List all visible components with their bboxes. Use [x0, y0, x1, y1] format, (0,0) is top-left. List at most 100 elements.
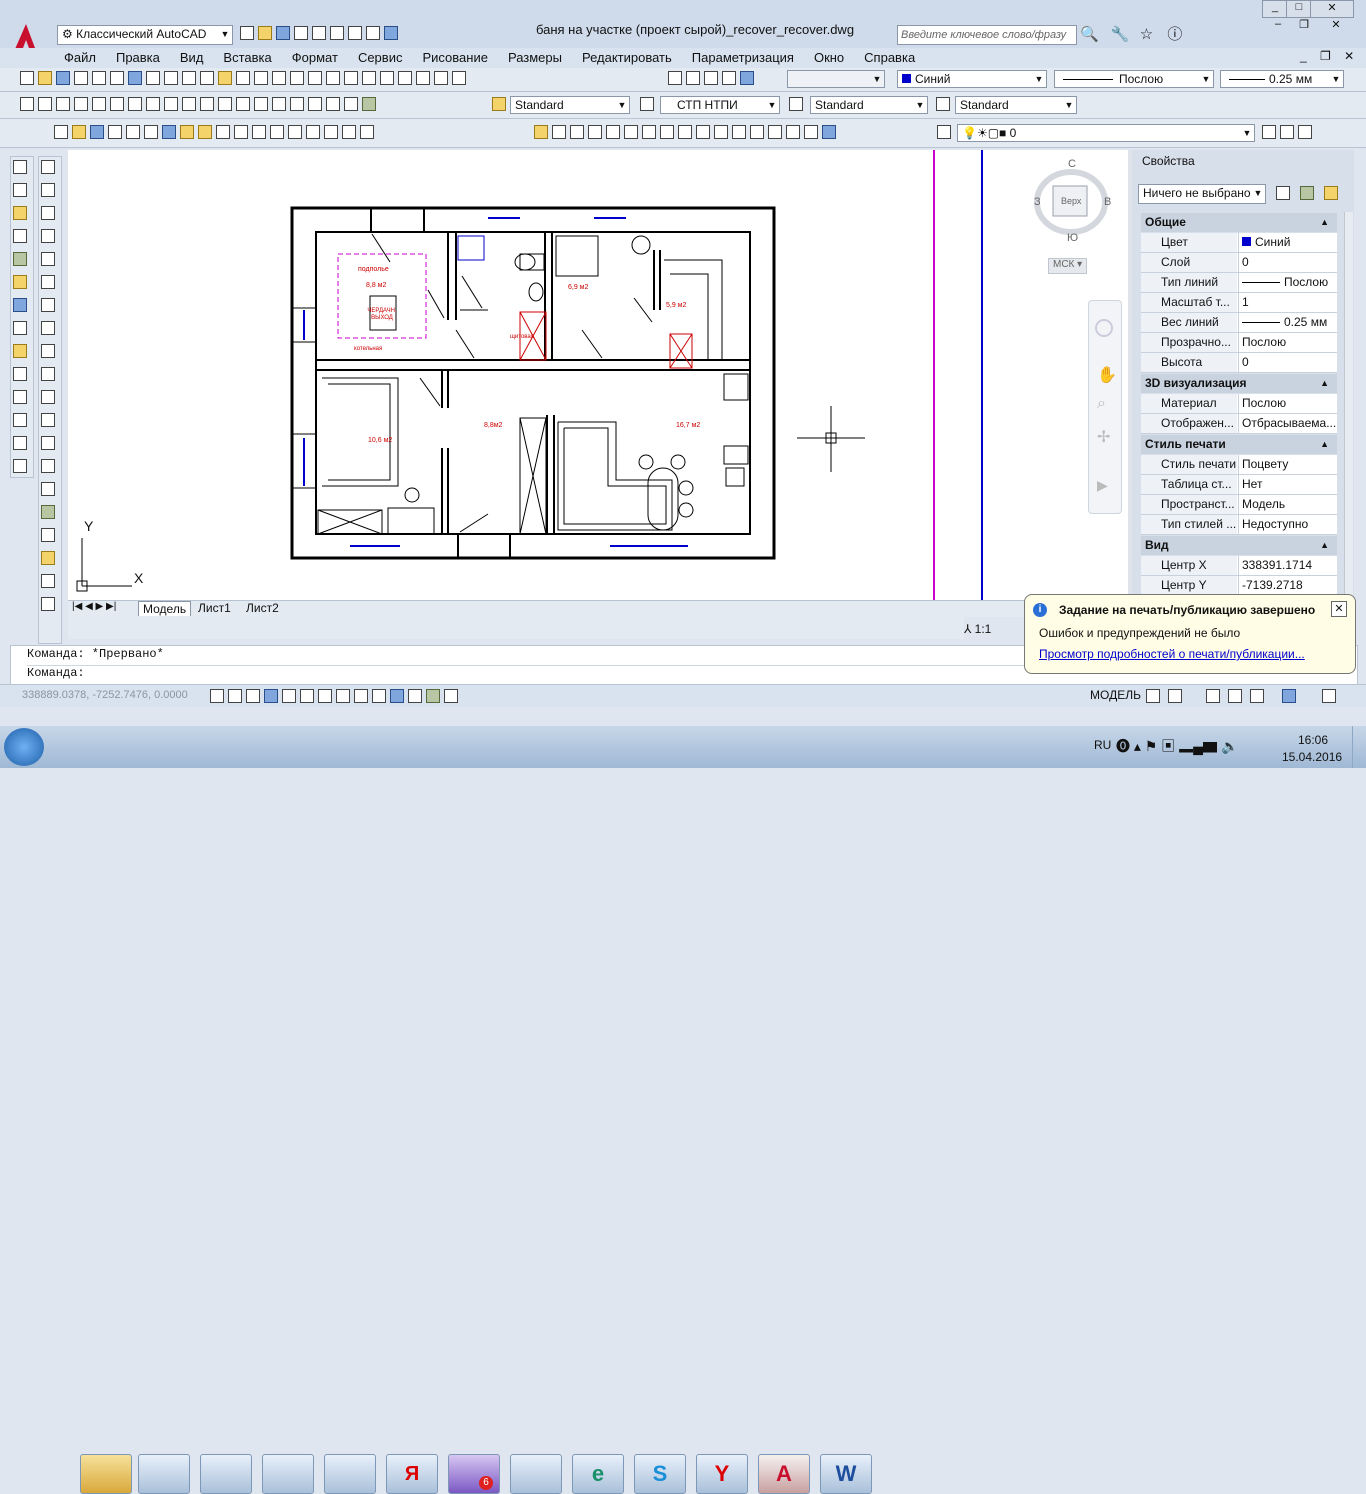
3d-osnap-icon[interactable] — [318, 689, 332, 703]
word-taskbar-icon[interactable]: W — [820, 1454, 872, 1494]
scale-icon[interactable] — [660, 125, 674, 139]
dim-linear-icon[interactable] — [13, 367, 27, 381]
infer-constraints-icon[interactable] — [210, 689, 224, 703]
offset-icon[interactable] — [588, 125, 602, 139]
menu-item-4[interactable]: Формат — [292, 48, 338, 68]
property-value[interactable]: Отбрасываема... — [1238, 414, 1337, 433]
text-style-select[interactable]: Standard ▼ — [510, 96, 630, 114]
gradient-icon[interactable] — [290, 97, 304, 111]
property-value[interactable]: Послою — [1238, 394, 1337, 413]
ellipse-icon[interactable] — [182, 97, 196, 111]
orbit-icon[interactable]: ✢ — [1097, 427, 1110, 447]
chamfer-icon[interactable] — [786, 125, 800, 139]
doc-restore-icon[interactable]: ❐ — [1320, 49, 1331, 63]
new-icon[interactable] — [240, 26, 254, 40]
workspace-switch-icon[interactable] — [1206, 689, 1220, 703]
lineweight-select[interactable]: 0.25 мм ▼ — [1220, 70, 1344, 88]
calc-icon[interactable] — [342, 125, 356, 139]
doc-restore-button[interactable]: ❐ — [1292, 18, 1316, 32]
spline-icon[interactable] — [164, 97, 178, 111]
property-row[interactable]: Тип стилей ... Недоступно — [1141, 515, 1337, 535]
calculator-taskbar-icon[interactable] — [510, 1454, 562, 1494]
doc-close-icon[interactable]: ✕ — [1344, 49, 1354, 63]
tool-palettes-icon[interactable] — [380, 71, 394, 85]
table-icon[interactable] — [326, 97, 340, 111]
plot-status-icon[interactable] — [1282, 689, 1296, 703]
table-style-select[interactable]: Standard ▼ — [810, 96, 928, 114]
layer-properties-icon[interactable] — [937, 125, 951, 139]
block-editor-icon[interactable] — [198, 125, 212, 139]
viber-taskbar-icon[interactable]: 6 — [448, 1454, 500, 1494]
redo-icon[interactable] — [330, 26, 344, 40]
dim-break-icon[interactable] — [41, 436, 55, 450]
dim-continue-icon[interactable] — [41, 390, 55, 404]
quick-view-icon[interactable] — [1168, 689, 1182, 703]
menu-item-6[interactable]: Рисование — [422, 48, 487, 68]
new-icon[interactable] — [20, 71, 34, 85]
join-icon[interactable] — [768, 125, 782, 139]
dim-ordinate-icon[interactable] — [13, 436, 27, 450]
clean-screen-icon[interactable] — [1322, 689, 1336, 703]
tab-list1[interactable]: Лист1 — [194, 601, 235, 615]
start-button[interactable] — [4, 728, 44, 766]
notification-close-button[interactable]: ✕ — [1331, 601, 1347, 617]
color-select[interactable]: Синий ▼ — [897, 70, 1047, 88]
insert-block-icon[interactable] — [218, 97, 232, 111]
polyline-icon[interactable] — [56, 97, 70, 111]
menu-item-11[interactable]: Справка — [864, 48, 915, 68]
line-icon[interactable] — [20, 97, 34, 111]
3d-print-icon[interactable] — [128, 71, 142, 85]
open-icon[interactable] — [258, 26, 272, 40]
properties-section-header[interactable]: 3D визуализация ▲ — [1141, 374, 1337, 393]
selection-select[interactable]: Ничего не выбрано ▼ — [1138, 184, 1266, 204]
array-icon[interactable] — [606, 125, 620, 139]
key-icon[interactable]: 🔧 — [1111, 26, 1130, 43]
yandex-browser-taskbar-icon[interactable]: Y — [696, 1454, 748, 1494]
property-row[interactable]: Таблица ст... Нет — [1141, 475, 1337, 495]
property-value[interactable]: 1 — [1238, 293, 1337, 312]
skype-taskbar-icon[interactable]: S — [634, 1454, 686, 1494]
pan-hand-icon[interactable]: ✋ — [1097, 365, 1117, 385]
save-icon[interactable] — [276, 26, 290, 40]
match-prop-icon[interactable] — [180, 125, 194, 139]
property-row[interactable]: Стиль печати Поцвету — [1141, 455, 1337, 475]
dim-space-icon[interactable] — [41, 413, 55, 427]
xline-icon[interactable] — [38, 97, 52, 111]
viewcube-south[interactable]: Ю — [1067, 232, 1078, 244]
arc-icon[interactable] — [110, 97, 124, 111]
property-row[interactable]: Тип линий Послою — [1141, 273, 1337, 293]
extend-icon[interactable] — [714, 125, 728, 139]
dyn-icon[interactable] — [372, 689, 386, 703]
plot-icon[interactable] — [348, 26, 362, 40]
explorer-taskbar-icon[interactable] — [80, 1454, 132, 1494]
mail-taskbar-icon[interactable] — [200, 1454, 252, 1494]
snap-icon[interactable] — [228, 689, 242, 703]
dim-style-select[interactable]: СТП НТПИ ▼ — [660, 96, 780, 114]
mtext-icon[interactable] — [344, 97, 358, 111]
open-icon[interactable] — [72, 125, 86, 139]
jogged-linear-icon[interactable] — [41, 528, 55, 542]
star-icon[interactable]: ☆ — [1140, 26, 1153, 43]
property-value[interactable]: Недоступно — [1238, 515, 1337, 534]
mleader-style-select[interactable]: Standard ▼ — [955, 96, 1077, 114]
property-row[interactable]: Пространст... Модель — [1141, 495, 1337, 515]
clock-time[interactable]: 16:06 — [1298, 733, 1328, 747]
scale-text-icon[interactable] — [13, 298, 27, 312]
break-icon[interactable] — [750, 125, 764, 139]
dim-radius-icon[interactable] — [41, 252, 55, 266]
dim-angular-icon[interactable] — [41, 321, 55, 335]
property-value[interactable]: Нет — [1238, 475, 1337, 494]
dim-arc-icon[interactable] — [41, 206, 55, 220]
yandex-taskbar-icon[interactable]: Я — [386, 1454, 438, 1494]
osnap-icon[interactable] — [300, 689, 314, 703]
save-icon[interactable] — [56, 71, 70, 85]
revcloud-icon[interactable] — [146, 97, 160, 111]
print-icon[interactable] — [108, 125, 122, 139]
property-value[interactable]: 0.25 мм — [1238, 313, 1337, 332]
design-center-icon[interactable] — [270, 125, 284, 139]
cut-icon[interactable] — [146, 71, 160, 85]
menu-item-0[interactable]: Файл — [64, 48, 96, 68]
select-objects-icon[interactable] — [1300, 186, 1314, 200]
properties-icon[interactable] — [252, 125, 266, 139]
menu-item-5[interactable]: Сервис — [358, 48, 403, 68]
